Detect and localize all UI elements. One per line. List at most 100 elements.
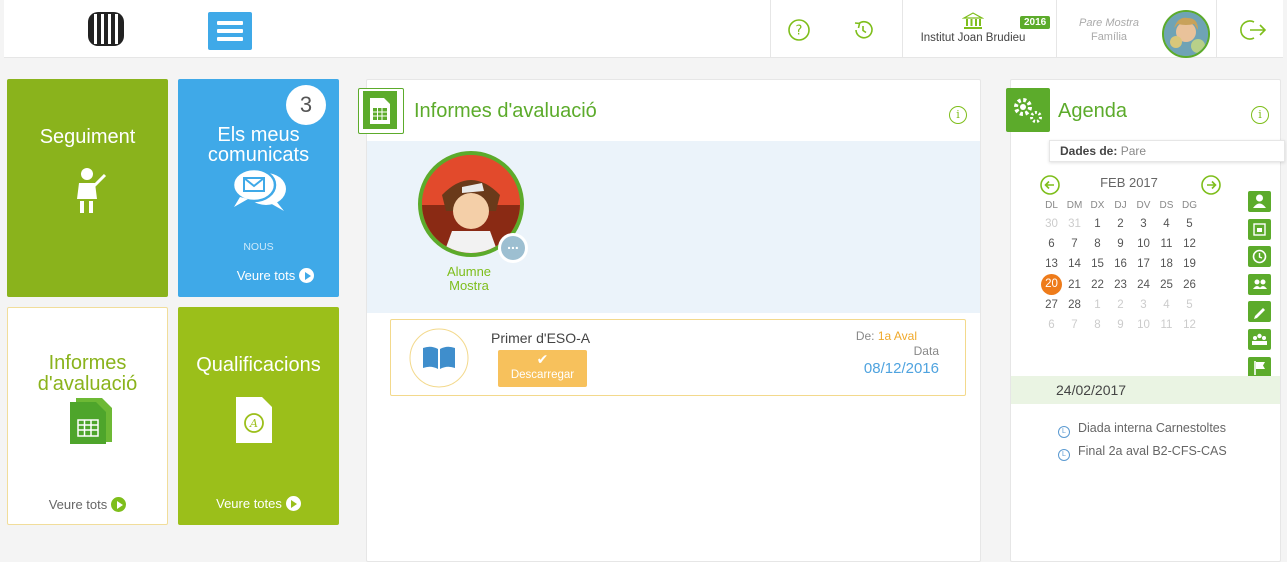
team-side-button[interactable] — [1248, 329, 1271, 350]
user-info[interactable]: Pare Mostra Família — [1064, 16, 1154, 44]
tile-seguiment[interactable]: Seguiment — [7, 79, 168, 297]
group-side-button[interactable] — [1248, 274, 1271, 295]
calendar-day[interactable]: 8 — [1086, 315, 1109, 335]
calendar-day[interactable]: 21 — [1063, 274, 1086, 295]
calendar-day[interactable]: 23 — [1109, 274, 1132, 295]
clock-side-button[interactable] — [1248, 246, 1271, 267]
calendar-day[interactable]: 11 — [1155, 234, 1178, 254]
calendar-day[interactable]: 12 — [1178, 234, 1201, 254]
calendar-day[interactable]: 27 — [1040, 295, 1063, 315]
calendar-day[interactable]: 26 — [1178, 274, 1201, 295]
calendar-week: 6 7 8 9 10 11 12 — [1040, 234, 1201, 254]
agenda-info-icon[interactable]: i — [1251, 106, 1269, 124]
calendar-day[interactable]: 2 — [1109, 214, 1132, 234]
selected-date-bar: 24/02/2017 — [1011, 376, 1280, 404]
calendar-day[interactable]: 9 — [1109, 234, 1132, 254]
top-bar: ? Institut Joan Brudieu 2016 Pare Mostra… — [4, 0, 1283, 58]
calendar: DL DM DX DJ DV DS DG 30 31 1 2 3 4 5 6 7 8 9 10 11 12 13 14 15… — [1040, 196, 1201, 335]
agenda-panel-icon — [1006, 88, 1050, 132]
calendar-day[interactable]: 31 — [1063, 214, 1086, 234]
calendar-day[interactable]: 7 — [1063, 234, 1086, 254]
generalitat-logo[interactable] — [84, 8, 128, 50]
calendar-day[interactable]: 2 — [1109, 295, 1132, 315]
download-button[interactable]: ✔ Descarregar — [498, 350, 587, 387]
event-item[interactable]: L Diada interna Carnestoltes — [1058, 417, 1227, 440]
play-icon — [285, 496, 301, 511]
calendar-day[interactable]: 13 — [1040, 254, 1063, 274]
calendar-day[interactable]: 20 — [1040, 274, 1063, 295]
informes-veure-tots[interactable]: Veure tots — [8, 497, 167, 512]
comunicats-veure-tots[interactable]: Veure tots — [212, 268, 339, 283]
logout-icon[interactable] — [1240, 18, 1268, 42]
calendar-day[interactable]: 3 — [1132, 295, 1155, 315]
profile-side-button[interactable] — [1248, 191, 1271, 212]
help-icon[interactable]: ? — [786, 17, 812, 43]
calendar-day[interactable]: 1 — [1086, 295, 1109, 315]
calendar-day[interactable]: 19 — [1178, 254, 1201, 274]
weekday-label: DX — [1090, 199, 1105, 211]
calendar-day[interactable]: 18 — [1155, 254, 1178, 274]
weekday-label: DJ — [1114, 199, 1127, 211]
calendar-day[interactable]: 3 — [1132, 214, 1155, 234]
student-chat-icon[interactable]: ... — [498, 233, 528, 263]
download-label: Descarregar — [510, 369, 575, 381]
svg-text:A: A — [249, 417, 258, 430]
calendar-day[interactable]: 10 — [1132, 315, 1155, 335]
qualificacions-veure-totes-label: Veure totes — [216, 496, 282, 511]
calendar-day[interactable]: 12 — [1178, 315, 1201, 335]
edit-side-button[interactable] — [1248, 301, 1271, 322]
calendar-day[interactable]: 9 — [1109, 315, 1132, 335]
calendar-day[interactable]: 22 — [1086, 274, 1109, 295]
de-value: 1a Aval — [877, 329, 917, 343]
calendar-day[interactable]: 4 — [1155, 214, 1178, 234]
hamburger-menu-button[interactable] — [208, 12, 252, 50]
next-month-icon[interactable] — [1200, 174, 1222, 196]
calendar-day[interactable]: 5 — [1178, 295, 1201, 315]
weekday-label: DV — [1136, 199, 1151, 211]
calendar-day[interactable]: 5 — [1178, 214, 1201, 234]
tile-comunicats-title: Els meus comunicats — [207, 124, 310, 166]
teacher-icon — [77, 168, 107, 213]
institution-selector[interactable]: Institut Joan Brudieu — [908, 14, 1038, 44]
informes-panel-title: Informes d'avaluació — [414, 100, 597, 122]
dades-de-selector[interactable]: Dades de: Pare — [1049, 140, 1285, 162]
event-item[interactable]: L Final 2a aval B2-CFS-CAS — [1058, 440, 1227, 463]
calendar-day[interactable]: 28 — [1063, 295, 1086, 315]
year-badge[interactable]: 2016 — [1020, 16, 1051, 29]
calendar-day[interactable]: 14 — [1063, 254, 1086, 274]
calendar-day[interactable]: 30 — [1040, 214, 1063, 234]
tile-informes[interactable]: Informes d'avaluació Veure tots — [7, 307, 168, 525]
calendar-day[interactable]: 16 — [1109, 254, 1132, 274]
prev-month-icon[interactable] — [1039, 174, 1061, 196]
agenda-title: Agenda — [1058, 100, 1127, 122]
calendar-day[interactable]: 15 — [1086, 254, 1109, 274]
informes-info-icon[interactable]: i — [949, 106, 967, 124]
calendar-day[interactable]: 4 — [1155, 295, 1178, 315]
report-date: 08/12/2016 — [863, 360, 939, 377]
calendar-day[interactable]: 6 — [1040, 315, 1063, 335]
calendar-day[interactable]: 1 — [1086, 214, 1109, 234]
evaluation-info: De: 1a Aval — [856, 329, 917, 343]
calendar-day[interactable]: 6 — [1040, 234, 1063, 254]
calendar-day[interactable]: 10 — [1132, 234, 1155, 254]
user-avatar[interactable] — [1162, 10, 1210, 58]
chat-bubbles-icon — [231, 167, 286, 211]
clock-icon: L — [1058, 449, 1070, 461]
tile-comunicats[interactable]: 3 Els meus comunicats NOUS Veure tots — [178, 79, 339, 297]
history-icon[interactable] — [850, 17, 876, 43]
calendar-day[interactable]: 11 — [1155, 315, 1178, 335]
tile-qualificacions[interactable]: Qualificacions A Veure totes — [178, 307, 339, 525]
flag-side-button[interactable] — [1248, 357, 1271, 378]
calendar-day[interactable]: 17 — [1132, 254, 1155, 274]
calendar-side-button[interactable] — [1248, 219, 1271, 240]
dades-value: Pare — [1120, 144, 1147, 158]
play-icon — [299, 268, 315, 283]
calendar-day[interactable]: 25 — [1155, 274, 1178, 295]
calendar-day[interactable]: 8 — [1086, 234, 1109, 254]
student-name[interactable]: Alumne Mostra — [425, 265, 513, 293]
qualificacions-veure-totes[interactable]: Veure totes — [178, 496, 339, 511]
calendar-week: 27 28 1 2 3 4 5 — [1040, 295, 1201, 315]
calendar-day[interactable]: 24 — [1132, 274, 1155, 295]
calendar-day[interactable]: 7 — [1063, 315, 1086, 335]
report-card: Primer d'ESO-A ✔ Descarregar De: 1a Aval… — [390, 319, 966, 396]
